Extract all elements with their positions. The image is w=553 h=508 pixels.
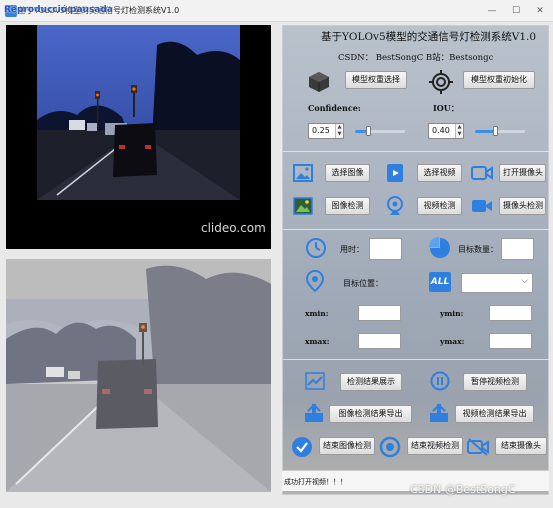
target-count-field	[501, 238, 534, 260]
pause-watermark: Reproducció pausada	[4, 5, 113, 15]
cube-icon	[307, 70, 331, 94]
xmin-label: xmin:	[305, 309, 329, 318]
pie-chart-icon	[429, 237, 451, 259]
confidence-slider-handle[interactable]	[366, 126, 371, 136]
export-icon	[428, 403, 450, 423]
camera-detect-button[interactable]: 摄像头检测	[499, 197, 546, 215]
ymax-label: ymax:	[440, 337, 465, 346]
time-label: 用时：	[340, 245, 364, 254]
video-detect-button[interactable]: 视频检测	[417, 197, 462, 215]
init-model-button[interactable]: 模型权重初始化	[463, 71, 535, 89]
ymin-label: ymin:	[440, 309, 464, 318]
road-scene-image	[37, 25, 240, 200]
xmin-field	[358, 305, 401, 321]
detection-result-panel	[6, 259, 271, 492]
panel-title: 基于YOLOv5模型的交通信号灯检测系统V1.0	[321, 31, 537, 43]
camcorder-icon	[471, 164, 493, 182]
target-count-label: 目标数量：	[458, 245, 498, 254]
target-position-label: 目标位置：	[343, 279, 383, 288]
window-titlebar: 基于YOLOv5模型的交通信号灯检测系统V1.0 Reproducció pau…	[0, 0, 553, 22]
xmax-field	[358, 333, 401, 349]
detection-result-image	[6, 259, 271, 492]
target-icon	[429, 70, 453, 94]
image-detect-icon	[293, 196, 313, 216]
minimize-button[interactable]: —	[482, 4, 502, 18]
end-camera-button[interactable]: 结束摄像头	[495, 437, 547, 455]
iou-value: 0.40	[432, 126, 450, 135]
clock-icon	[305, 237, 327, 259]
end-image-detect-button[interactable]: 结束图像检测	[319, 437, 375, 455]
load-model-button[interactable]: 模型权重选择	[345, 71, 407, 89]
csdn-watermark: CSDN @BestSongC	[410, 483, 516, 496]
panel-subtitle: CSDN： BestSongC B站：Bestsongc	[338, 53, 494, 63]
spin-arrows-icon[interactable]: ▲ ▼	[335, 124, 343, 138]
show-result-button[interactable]: 检测结果展示	[340, 373, 402, 391]
time-field	[369, 238, 402, 260]
export-image-result-button[interactable]: 图像检测结果导出	[329, 405, 412, 423]
section-divider	[283, 229, 550, 230]
target-select-dropdown[interactable]: ⌵	[461, 273, 533, 293]
section-divider	[283, 151, 550, 152]
end-video-detect-button[interactable]: 结束视频检测	[407, 437, 463, 455]
export-video-result-button[interactable]: 视频检测结果导出	[455, 405, 534, 423]
location-pin-icon	[305, 270, 325, 292]
maximize-button[interactable]: ☐	[506, 4, 526, 18]
status-text: 成功打开视频！！！	[284, 478, 347, 486]
iou-slider-fill	[475, 130, 495, 133]
camera-off-icon	[467, 437, 489, 457]
video-file-icon	[385, 163, 405, 183]
iou-label: IOU：	[433, 103, 459, 113]
line-chart-icon	[305, 372, 325, 390]
image-icon	[293, 163, 313, 183]
clideo-watermark: clideo.com	[201, 221, 266, 235]
xmax-label: xmax:	[305, 337, 330, 346]
iou-spinbox[interactable]: 0.40 ▲ ▼	[428, 123, 464, 139]
video-frame	[37, 25, 240, 200]
select-video-button[interactable]: 选择视频	[417, 164, 462, 182]
check-circle-icon	[291, 436, 313, 458]
all-icon: ALL	[429, 272, 451, 292]
export-icon	[303, 403, 325, 423]
ymax-field	[489, 333, 532, 349]
video-camera-icon	[471, 197, 493, 215]
iou-slider-handle[interactable]	[493, 126, 498, 136]
ymin-field	[489, 305, 532, 321]
confidence-spinbox[interactable]: 0.25 ▲ ▼	[308, 123, 344, 139]
image-detect-button[interactable]: 图像检测	[325, 197, 370, 215]
pause-icon	[430, 371, 450, 391]
section-divider	[283, 359, 550, 360]
stop-circle-icon	[379, 436, 401, 458]
close-button[interactable]: ✕	[530, 4, 550, 18]
video-preview-panel: clideo.com	[6, 25, 271, 249]
pause-video-button[interactable]: 暂停视频检测	[463, 373, 527, 391]
select-image-button[interactable]: 选择图像	[325, 164, 370, 182]
confidence-value: 0.25	[312, 126, 330, 135]
spin-arrows-icon[interactable]: ▲ ▼	[455, 124, 463, 138]
control-panel: 基于YOLOv5模型的交通信号灯检测系统V1.0 CSDN： BestSongC…	[282, 25, 550, 495]
chevron-down-icon: ⌵	[521, 276, 528, 286]
confidence-label: Confidence:	[308, 103, 361, 113]
webcam-icon	[385, 195, 405, 217]
open-camera-button[interactable]: 打开摄像头	[499, 164, 546, 182]
